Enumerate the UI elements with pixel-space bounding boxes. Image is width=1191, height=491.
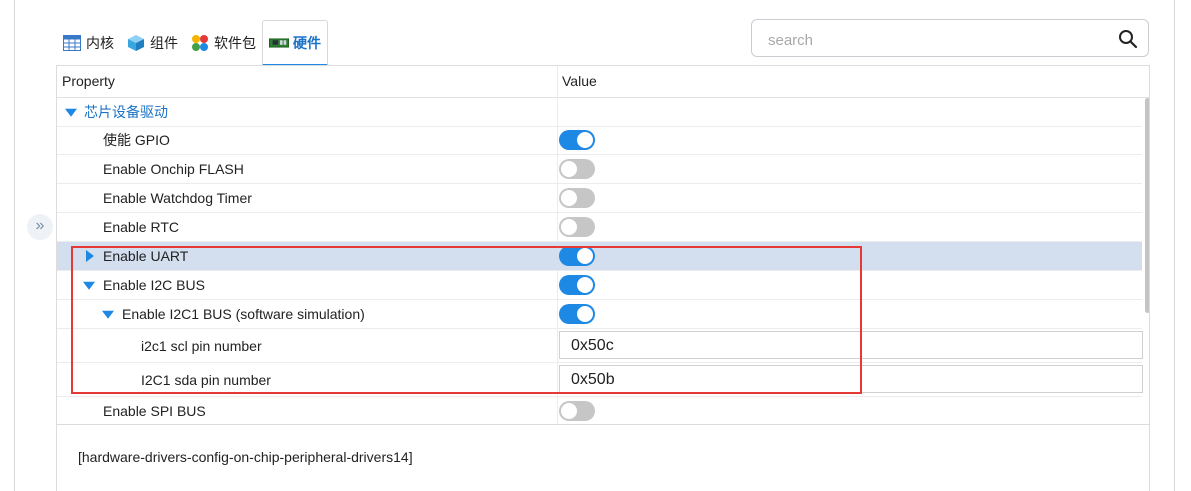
- packages-icon: [190, 34, 210, 52]
- property-label: Enable SPI BUS: [103, 403, 206, 419]
- collapse-arrow-icon[interactable]: [65, 108, 77, 117]
- toggle-knob: [577, 132, 593, 148]
- search-input[interactable]: [766, 29, 1110, 51]
- category-label: 芯片设备驱动: [84, 103, 168, 120]
- right-panel-border: [1174, 0, 1175, 491]
- left-panel-border: [14, 0, 15, 491]
- property-label: Enable I2C1 BUS (software simulation): [122, 306, 365, 322]
- table-row-i2c-bus[interactable]: Enable I2C BUS: [57, 271, 1142, 300]
- description-panel: [hardware-drivers-config-on-chip-periphe…: [56, 424, 1150, 491]
- toggle-knob: [561, 190, 577, 206]
- property-table: Property Value 芯片设备驱动 使能 GPIO Enable Onc…: [56, 65, 1150, 425]
- scl-pin-input[interactable]: [569, 333, 1133, 359]
- collapse-arrow-icon[interactable]: [102, 310, 114, 319]
- toggle-knob: [577, 277, 593, 293]
- toggle-knob: [561, 219, 577, 235]
- collapse-arrow-icon[interactable]: [83, 281, 95, 290]
- tab-label: 内核: [86, 35, 114, 51]
- property-label: 使能 GPIO: [103, 132, 170, 148]
- property-label: Enable I2C BUS: [103, 277, 205, 293]
- toggle-knob: [561, 161, 577, 177]
- table-row-spi-bus[interactable]: Enable SPI BUS: [57, 397, 1142, 424]
- property-label: i2c1 scl pin number: [141, 337, 262, 354]
- table-row-onchip-flash[interactable]: Enable Onchip FLASH: [57, 155, 1142, 184]
- sda-pin-input[interactable]: [569, 367, 1133, 393]
- toggle-knob: [577, 248, 593, 264]
- property-label: Enable Onchip FLASH: [103, 161, 244, 177]
- onchip-flash-toggle[interactable]: [559, 159, 595, 179]
- tab-hardware[interactable]: 硬件: [262, 20, 328, 66]
- tab-packages[interactable]: 软件包: [184, 20, 262, 66]
- uart-toggle[interactable]: [559, 246, 595, 266]
- table-icon: [62, 34, 82, 52]
- expand-arrow-icon[interactable]: [86, 250, 94, 262]
- property-label: Enable Watchdog Timer: [103, 190, 252, 206]
- table-row-uart[interactable]: Enable UART: [57, 242, 1142, 271]
- table-row-watchdog[interactable]: Enable Watchdog Timer: [57, 184, 1142, 213]
- table-row-i2c1-bus[interactable]: Enable I2C1 BUS (software simulation): [57, 300, 1142, 329]
- search-icon[interactable]: [1118, 29, 1138, 49]
- spi-bus-toggle[interactable]: [559, 401, 595, 421]
- toggle-knob: [577, 306, 593, 322]
- config-tabs: 内核 组件 软件包 硬件: [56, 18, 328, 66]
- watchdog-toggle[interactable]: [559, 188, 595, 208]
- table-header: Property Value: [57, 66, 1149, 98]
- expand-sidebar-icon[interactable]: »: [27, 214, 53, 240]
- cube-icon: [126, 34, 146, 52]
- description-text: [hardware-drivers-config-on-chip-periphe…: [78, 449, 413, 465]
- property-label: I2C1 sda pin number: [141, 371, 271, 388]
- table-row-i2c1-sda[interactable]: I2C1 sda pin number: [57, 363, 1143, 397]
- tab-kernel[interactable]: 内核: [56, 20, 120, 66]
- table-scrollbar[interactable]: [1145, 98, 1149, 313]
- search-box: [751, 19, 1149, 57]
- tab-label: 软件包: [214, 35, 256, 51]
- toggle-knob: [561, 403, 577, 419]
- i2c-bus-toggle[interactable]: [559, 275, 595, 295]
- board-icon: [269, 34, 289, 52]
- scl-pin-field: [559, 331, 1143, 359]
- gpio-toggle[interactable]: [559, 130, 595, 150]
- sda-pin-field: [559, 365, 1143, 393]
- tab-components[interactable]: 组件: [120, 20, 184, 66]
- rtc-toggle[interactable]: [559, 217, 595, 237]
- table-row-gpio[interactable]: 使能 GPIO: [57, 126, 1142, 155]
- table-row-category[interactable]: 芯片设备驱动: [57, 97, 1142, 127]
- table-row-rtc[interactable]: Enable RTC: [57, 213, 1142, 242]
- column-header-value: Value: [562, 73, 597, 89]
- table-row-i2c1-scl[interactable]: i2c1 scl pin number: [57, 329, 1143, 363]
- tab-label: 硬件: [293, 34, 321, 51]
- i2c1-bus-toggle[interactable]: [559, 304, 595, 324]
- property-label: Enable UART: [103, 248, 189, 264]
- tab-label: 组件: [150, 35, 178, 51]
- property-label: Enable RTC: [103, 219, 180, 235]
- column-header-property: Property: [62, 73, 115, 89]
